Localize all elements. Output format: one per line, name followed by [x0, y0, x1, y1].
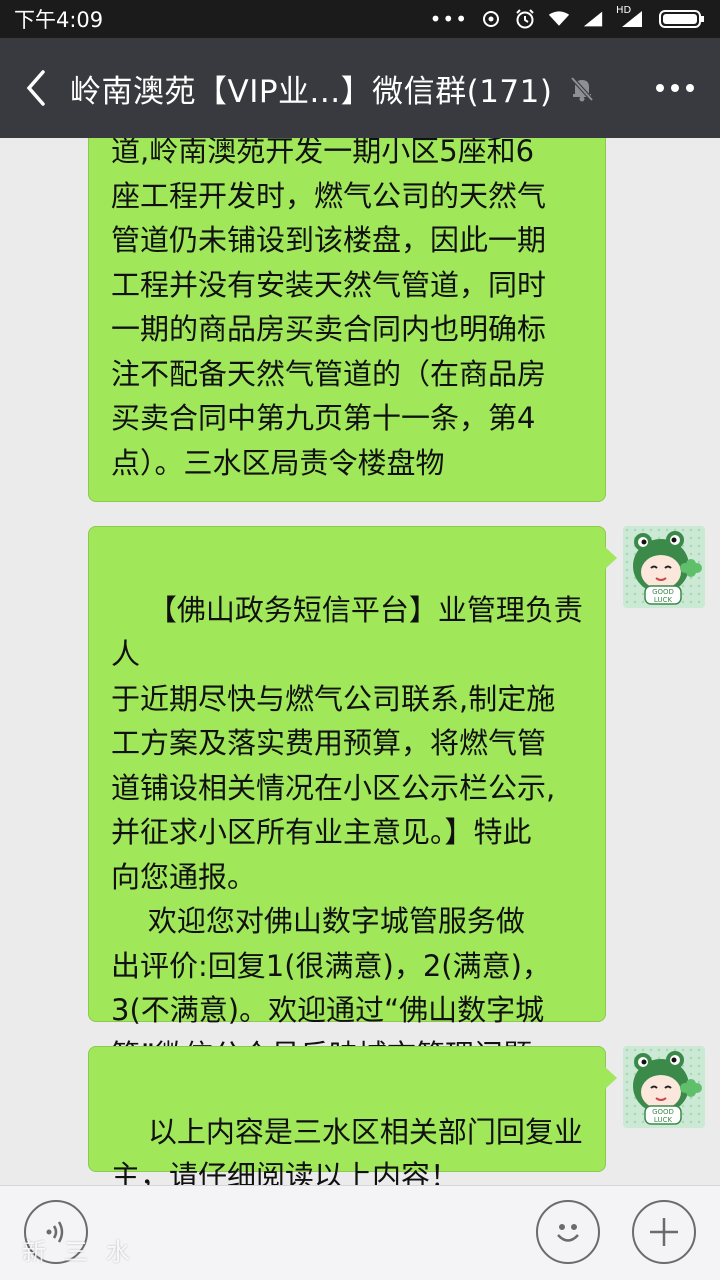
message-text: 以上内容是三水区相关部门回复业 主，请仔细阅读以上内容！ — [111, 1114, 583, 1186]
bubble-tail — [605, 547, 617, 569]
message-bubble[interactable]: 道,岭南澳苑开发一期小区5座和6 座工程开发时，燃气公司的天然气 管道仍未铺设到… — [88, 138, 606, 502]
avatar[interactable]: GOOD LUCK — [623, 1046, 705, 1128]
frog-avatar-icon: GOOD LUCK — [623, 526, 705, 608]
bell-muted-icon — [566, 72, 598, 104]
hd-signal-icon: HD — [616, 5, 646, 30]
chevron-left-icon — [26, 70, 45, 106]
svg-text:LUCK: LUCK — [654, 596, 673, 604]
emoji-icon — [557, 1224, 579, 1242]
message-bubble[interactable]: 【佛山政务短信平台】业管理负责人 于近期尽快与燃气公司联系,制定施 工方案及落实… — [88, 526, 617, 1072]
svg-text:GOOD: GOOD — [652, 1108, 674, 1116]
signal-icon — [582, 8, 604, 30]
data-sync-icon — [480, 8, 502, 30]
group-title[interactable]: 岭南澳苑【VIP业...】微信群(171) — [70, 66, 552, 111]
svg-text:LUCK: LUCK — [654, 1116, 673, 1124]
status-bar: 下午4:09 ••• HD — [0, 0, 720, 38]
hd-label: HD — [616, 5, 632, 16]
chat-header: 岭南澳苑【VIP业...】微信群(171) — [0, 38, 720, 138]
svg-text:GOOD: GOOD — [652, 588, 674, 596]
message-bubble[interactable]: 以上内容是三水区相关部门回复业 主，请仔细阅读以上内容！ — [88, 1046, 617, 1185]
bubble-tail — [605, 1067, 617, 1089]
frog-avatar-icon: GOOD LUCK — [623, 1046, 705, 1128]
plus-icon — [650, 1218, 678, 1246]
emoji-button[interactable] — [536, 1200, 600, 1264]
status-icons: ••• HD — [429, 5, 706, 31]
more-dots-icon — [656, 84, 694, 92]
battery-icon — [658, 8, 706, 30]
message-list[interactable]: 道,岭南澳苑开发一期小区5座和6 座工程开发时，燃气公司的天然气 管道仍未铺设到… — [0, 138, 720, 1185]
overflow-dots-icon: ••• — [429, 7, 468, 31]
status-time: 下午4:09 — [14, 8, 104, 32]
plus-button[interactable] — [632, 1200, 696, 1264]
wifi-icon — [548, 8, 570, 30]
more-button[interactable] — [630, 38, 720, 138]
alarm-icon — [514, 8, 536, 30]
back-button[interactable] — [0, 38, 70, 138]
avatar[interactable]: GOOD LUCK — [623, 526, 705, 608]
message-text: 【佛山政务短信平台】业管理负责人 于近期尽快与燃气公司联系,制定施 工方案及落实… — [111, 592, 583, 1072]
watermark: 新三水 — [22, 1238, 148, 1266]
